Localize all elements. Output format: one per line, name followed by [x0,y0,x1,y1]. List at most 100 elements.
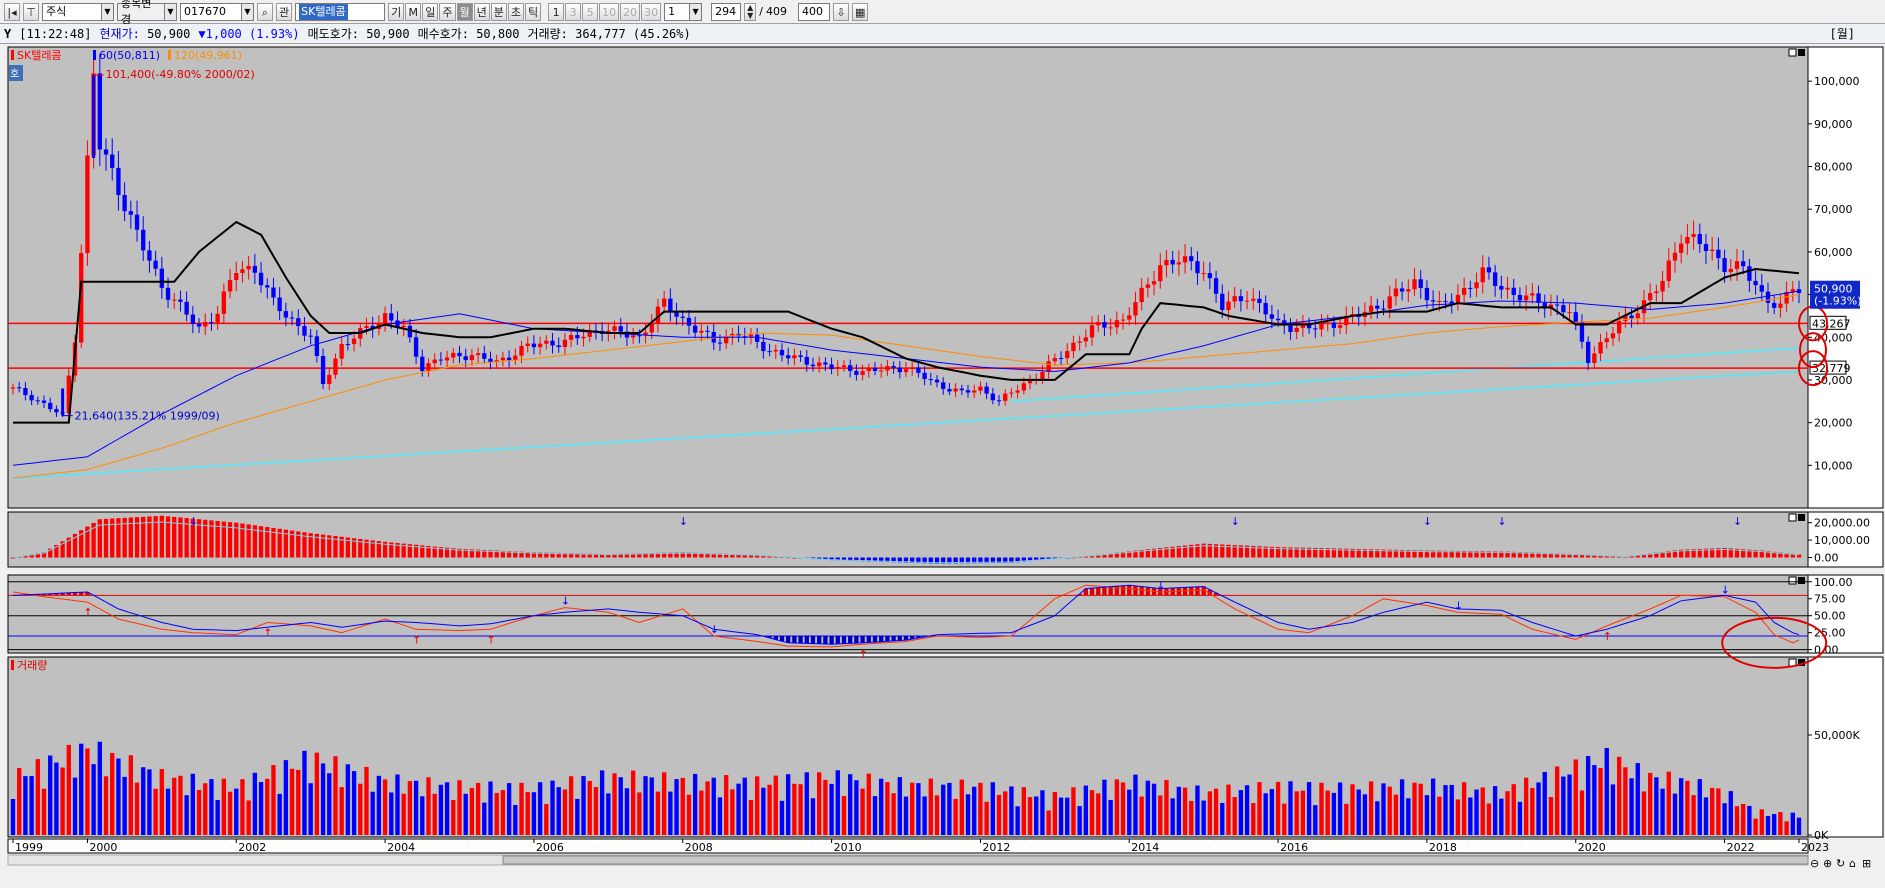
volume-bar [1369,781,1373,835]
x-axis-label: 2023 [1801,841,1829,854]
y-icon[interactable]: Y [4,27,11,41]
volume-bar [569,776,573,835]
candle-body [786,355,790,358]
change-symbol-select[interactable]: 종목변경▼ [117,3,177,21]
volume-bar [1425,795,1429,835]
candle-body [1015,390,1019,392]
period-button-기[interactable]: 기 [388,3,404,21]
market-select[interactable]: 주식▼ [42,3,114,21]
volume-bar [445,782,449,835]
candle-body [1648,293,1652,300]
candle-body [854,371,858,375]
candle-body [674,312,678,317]
multiplier-button-30[interactable]: 30 [641,3,661,21]
code-select[interactable]: 017670▼ [180,3,254,21]
multiplier-select[interactable]: 1▼ [664,3,702,21]
period-button-분[interactable]: 분 [491,3,507,21]
multiplier-value[interactable]: 1 [664,3,690,21]
candle-body [705,331,709,332]
candle-body [935,380,939,383]
volume-bar [1462,782,1466,835]
candle-body [1295,328,1299,332]
volume-bar [1338,783,1342,835]
candle-body [1673,253,1677,261]
volume-bar [1295,791,1299,835]
unit-badge[interactable]: [월] [1830,25,1856,42]
candle-body [575,335,579,338]
volume-bar [1201,801,1205,835]
candle-body [860,371,864,375]
search-icon[interactable]: ⌕ [257,3,273,21]
chart-area[interactable]: 10,00020,00030,00040,00050,00060,00070,0… [0,45,1885,885]
candle-body [1704,244,1708,251]
related-button[interactable]: 관 [276,3,292,21]
candle-body [1574,312,1578,322]
period-button-년[interactable]: 년 [474,3,490,21]
volume-bar [1158,795,1162,835]
candle-body [464,356,468,360]
volume-bar [1270,789,1274,835]
volume-bar [625,788,629,835]
volume-bar [265,779,269,835]
volume-bar [805,772,809,835]
period-button-월[interactable]: 월 [457,3,473,21]
pin-icon[interactable]: ⊤ [23,3,39,21]
candle-body [681,317,685,318]
multiplier-button-1[interactable]: 1 [548,3,564,21]
volume-bar [1363,794,1367,835]
candle-body [178,300,182,302]
code-input[interactable]: 017670 [180,3,242,21]
period-button-주[interactable]: 주 [439,3,455,21]
multiplier-button-20[interactable]: 20 [620,3,640,21]
first-page-icon[interactable]: |◂ [4,3,20,21]
stoch-arrow-5: ↓ [710,623,719,636]
volume-bar [1344,804,1348,835]
volume-bar [712,778,716,835]
volume-bar [11,799,15,835]
volume-bar [774,776,778,835]
volume-bar [1660,789,1664,835]
candle-body [48,403,52,409]
candle-body [389,313,393,320]
period-button-초[interactable]: 초 [508,3,524,21]
volume-bar [1797,818,1801,835]
volume-bar [116,759,120,835]
candle-body [829,364,833,369]
period-button-틱[interactable]: 틱 [525,3,541,21]
volume-bar [1698,779,1702,835]
count-input[interactable]: 294 [711,3,741,21]
volume-bar [48,756,52,835]
candle-body [991,394,995,401]
candle-body [1481,267,1485,282]
period-button-일[interactable]: 일 [422,3,438,21]
candle-body [98,73,102,149]
market-value[interactable]: 주식 [42,3,102,21]
apply-icon[interactable]: ⇩ [833,3,849,21]
name-field[interactable]: SK텔레콤 [295,3,385,21]
chart-svg[interactable]: 10,00020,00030,00040,00050,00060,00070,0… [0,45,1885,885]
volume-bar [532,792,536,835]
volume-bar [135,783,139,835]
multiplier-button-5[interactable]: 5 [582,3,598,21]
change-symbol-label[interactable]: 종목변경 [117,3,165,21]
volume-bar [736,784,740,835]
volume-bar [1257,782,1261,835]
volume-bar [228,792,232,835]
volume-bar [1251,803,1255,835]
multiplier-button-10[interactable]: 10 [599,3,619,21]
period-button-M[interactable]: M [405,3,421,21]
candle-body [774,350,778,352]
zoom-control-4: ⊞ [1862,857,1871,870]
count-spinner[interactable]: ▲▼ [744,3,756,21]
candle-body [197,324,201,327]
volume-bar [364,767,368,835]
multiplier-button-3[interactable]: 3 [565,3,581,21]
volume-bar [1375,801,1379,835]
calendar-icon[interactable]: ▦ [852,3,868,21]
volume-bar [439,785,443,835]
candle-body [209,322,213,323]
volume-bar [1636,763,1640,835]
volume-bar [346,764,350,835]
display-count-input[interactable]: 400 [798,3,830,21]
volume-bar [829,784,833,835]
